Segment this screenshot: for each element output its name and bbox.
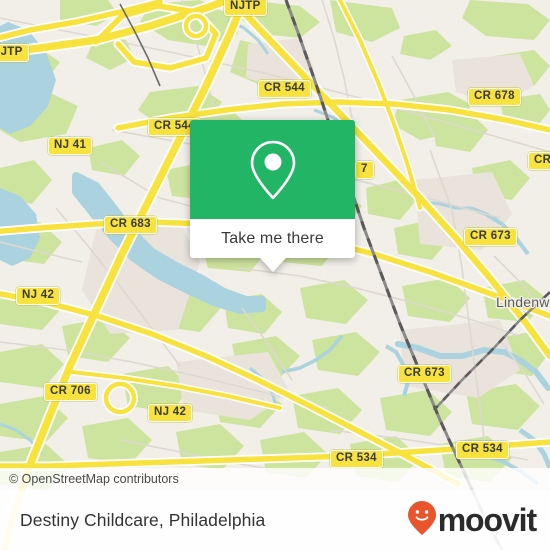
- road-shield: CR 673: [398, 365, 451, 383]
- attribution-text: © OpenStreetMap contributors: [9, 472, 179, 486]
- road-shield: CR 683: [104, 216, 157, 234]
- take-me-there-button[interactable]: Take me there: [190, 219, 355, 258]
- road-shield: CR 678: [468, 88, 521, 106]
- road-shield: CR: [528, 152, 550, 170]
- popup-header: [190, 120, 355, 219]
- popup-tail: [259, 258, 286, 272]
- road-shield: NJ 42: [16, 287, 61, 305]
- road-shield: CR 673: [464, 228, 517, 246]
- moovit-pin-icon: [407, 500, 437, 541]
- road-shield: CR 706: [44, 383, 97, 401]
- road-shield: NJ 41: [48, 137, 93, 155]
- moovit-logo: moovit: [407, 500, 537, 541]
- road-shield: NJTP: [0, 44, 29, 62]
- bottom-bar: Destiny Childcare, Philadelphia moovit: [0, 490, 550, 550]
- moovit-map-screen: NJTP NJTP CR 544 CR 678 CR 544 NJ 41 7 C…: [0, 0, 550, 550]
- take-me-there-label: Take me there: [221, 229, 324, 247]
- moovit-wordmark: moovit: [437, 502, 537, 538]
- road-shield: NJTP: [224, 0, 267, 16]
- road-shield: 7: [355, 161, 374, 179]
- road-shield: CR 534: [456, 441, 509, 459]
- road-shield: CR 534: [330, 450, 383, 468]
- destination-popup[interactable]: Take me there: [190, 120, 355, 272]
- location-title: Destiny Childcare, Philadelphia: [20, 509, 266, 530]
- place-label-lindenwold: Lindenwold: [496, 294, 550, 310]
- road-shield: NJ 42: [148, 404, 193, 422]
- map-attribution[interactable]: © OpenStreetMap contributors: [0, 468, 550, 490]
- map-pin-icon: [249, 139, 297, 201]
- road-shield: CR 544: [258, 80, 311, 98]
